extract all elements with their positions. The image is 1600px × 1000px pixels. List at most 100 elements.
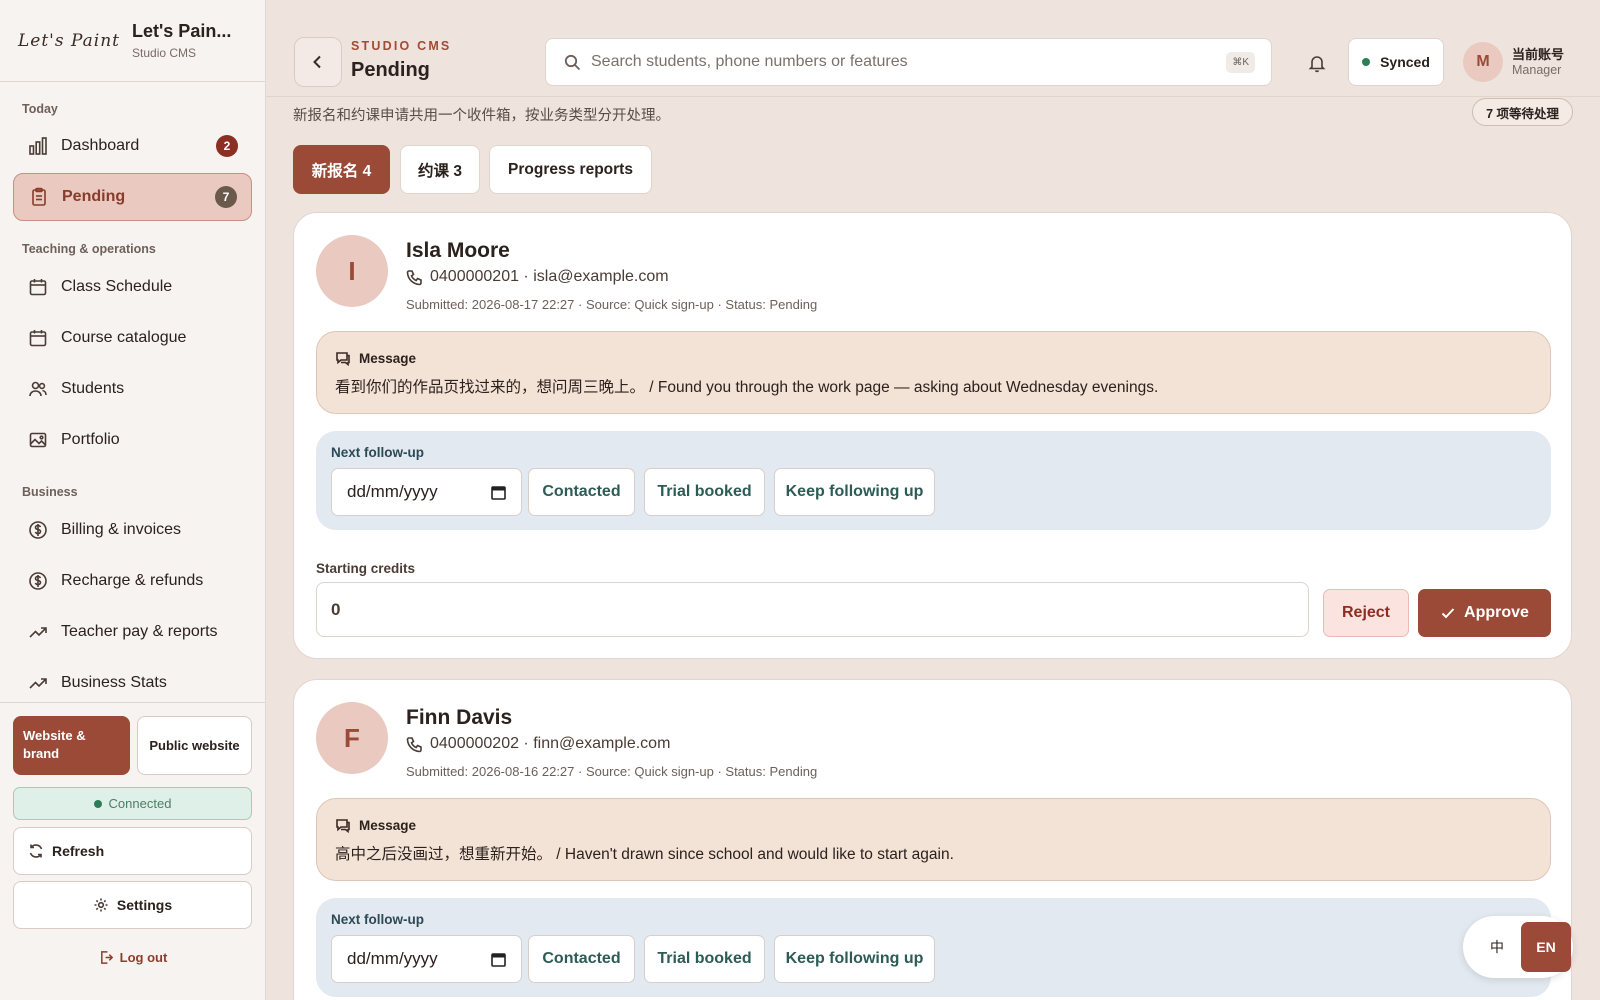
language-en-button[interactable]: EN: [1521, 922, 1571, 972]
account-name: 当前账号: [1512, 47, 1565, 62]
sidebar-item-portfolio[interactable]: Portfolio: [13, 416, 252, 464]
connection-label: Connected: [108, 796, 172, 811]
trend-icon: [27, 672, 49, 694]
website-brand-button[interactable]: Website & brand: [13, 716, 130, 775]
search-input[interactable]: [591, 53, 1227, 71]
contact-text: 0400000202 · finn@example.com: [430, 735, 671, 752]
language-zh-button[interactable]: 中: [1477, 927, 1517, 967]
top-header: STUDIO CMS Pending ⌘K Synced M 当前账号 Mana…: [266, 0, 1600, 97]
dollar-icon: [27, 570, 49, 592]
sidebar-item-label: Recharge & refunds: [61, 572, 204, 589]
sidebar-item-billing[interactable]: Billing & invoices: [13, 506, 252, 554]
sidebar-item-label: Portfolio: [61, 431, 120, 448]
check-icon: [1441, 608, 1455, 619]
sidebar-item-recharge[interactable]: Recharge & refunds: [13, 557, 252, 605]
tab-progress-reports[interactable]: Progress reports: [489, 145, 652, 194]
settings-button[interactable]: Settings: [13, 881, 252, 929]
sidebar-item-pending[interactable]: Pending 7: [13, 173, 252, 221]
calendar-icon[interactable]: [490, 484, 507, 501]
message-text: 看到你们的作品页找过来的，想问周三晚上。 / Found you through…: [335, 379, 1159, 396]
sidebar-item-class-schedule[interactable]: Class Schedule: [13, 263, 252, 311]
public-website-button[interactable]: Public website: [137, 716, 252, 775]
sidebar-item-students[interactable]: Students: [13, 365, 252, 413]
image-icon: [27, 429, 49, 451]
sidebar-item-teacher-pay[interactable]: Teacher pay & reports: [13, 608, 252, 656]
phone-icon: [406, 269, 422, 285]
sync-status[interactable]: Synced: [1348, 38, 1444, 86]
followup-date-input[interactable]: dd/mm/yyyy: [331, 468, 522, 516]
shortcut-hint: ⌘K: [1226, 51, 1255, 73]
contacted-button[interactable]: Contacted: [528, 935, 635, 983]
account-role: Manager: [1512, 63, 1562, 77]
sync-dot: [1362, 58, 1371, 66]
reject-button[interactable]: Reject: [1323, 589, 1409, 637]
sidebar-item-dashboard[interactable]: Dashboard 2: [13, 122, 252, 170]
page-eyebrow: STUDIO CMS: [351, 39, 452, 53]
sidebar-item-label: Billing & invoices: [61, 521, 182, 538]
starting-credits-input[interactable]: 0: [316, 582, 1309, 637]
status-dot: [93, 799, 102, 808]
message-header: Message: [335, 817, 416, 833]
gear-icon: [94, 898, 108, 912]
message-box: Message 高中之后没画过，想重新开始。 / Haven't drawn s…: [316, 798, 1551, 881]
section-title-today: Today: [22, 102, 58, 116]
followup-date-input[interactable]: dd/mm/yyyy: [331, 935, 522, 983]
section-title-business: Business: [22, 485, 78, 499]
dashboard-count-badge: 2: [216, 135, 238, 157]
pending-count-badge: 7: [215, 186, 237, 208]
logout-label: Log out: [119, 950, 168, 965]
student-name: Isla Moore: [406, 239, 510, 262]
brand-subtitle: Studio CMS: [132, 46, 197, 60]
message-box: Message 看到你们的作品页找过来的，想问周三晚上。 / Found you…: [316, 331, 1551, 414]
section-title-teaching: Teaching & operations: [22, 242, 156, 256]
message-label: Message: [359, 350, 417, 366]
brand-text: Let's Pain... Studio CMS: [132, 21, 231, 60]
submission-meta: Submitted: 2026-08-16 22:27 · Source: Qu…: [406, 764, 818, 779]
message-header: Message: [335, 350, 416, 366]
search-bar[interactable]: ⌘K: [545, 38, 1272, 86]
followup-panel: Next follow-up dd/mm/yyyy Contacted Tria…: [316, 431, 1551, 530]
brand-title: Let's Pain...: [132, 21, 232, 41]
followup-label: Next follow-up: [331, 445, 424, 460]
calendar-icon[interactable]: [490, 951, 507, 968]
phone-icon: [406, 736, 422, 752]
tab-bookings[interactable]: 约课 3: [400, 145, 480, 194]
sidebar-item-course-catalogue[interactable]: Course catalogue: [13, 314, 252, 362]
sidebar: Let's Paint Let's Pain... Studio CMS Tod…: [0, 0, 266, 1000]
tab-new-signups[interactable]: 新报名 4: [293, 145, 390, 194]
keep-following-button[interactable]: Keep following up: [774, 935, 935, 983]
refresh-button[interactable]: Refresh: [13, 827, 252, 875]
pending-count-pill: 7 项等待处理: [1472, 98, 1573, 126]
calendar-icon: [27, 276, 49, 298]
student-avatar: F: [316, 702, 388, 774]
message-label: Message: [359, 817, 417, 833]
calendar-icon: [27, 327, 49, 349]
sync-label: Synced: [1380, 54, 1430, 70]
date-placeholder: dd/mm/yyyy: [347, 482, 438, 501]
contacted-button[interactable]: Contacted: [528, 468, 635, 516]
brand-logo: Let's Paint: [18, 30, 121, 51]
message-icon: [336, 819, 350, 833]
trial-booked-button[interactable]: Trial booked: [644, 935, 765, 983]
sidebar-item-label: Students: [61, 380, 125, 397]
sidebar-item-business-stats[interactable]: Business Stats: [13, 659, 252, 707]
student-name: Finn Davis: [406, 706, 513, 729]
sidebar-item-label: Course catalogue: [61, 329, 187, 346]
brand: Let's Paint Let's Pain... Studio CMS: [0, 0, 265, 82]
bar-chart-icon: [27, 135, 49, 157]
notifications-button[interactable]: [1302, 48, 1332, 78]
account-avatar[interactable]: M: [1463, 42, 1503, 82]
connection-status: Connected: [13, 787, 252, 820]
logout-link[interactable]: Log out: [0, 950, 266, 965]
starting-credits-label: Starting credits: [316, 561, 416, 576]
date-placeholder: dd/mm/yyyy: [347, 949, 438, 968]
page-title: Pending: [351, 59, 430, 81]
sidebar-item-label: Teacher pay & reports: [61, 623, 218, 640]
back-button[interactable]: [294, 37, 342, 87]
keep-following-button[interactable]: Keep following up: [774, 468, 935, 516]
trial-booked-button[interactable]: Trial booked: [644, 468, 765, 516]
dollar-icon: [27, 519, 49, 541]
users-icon: [27, 378, 49, 400]
approve-button[interactable]: Approve: [1418, 589, 1551, 637]
student-avatar: I: [316, 235, 388, 307]
